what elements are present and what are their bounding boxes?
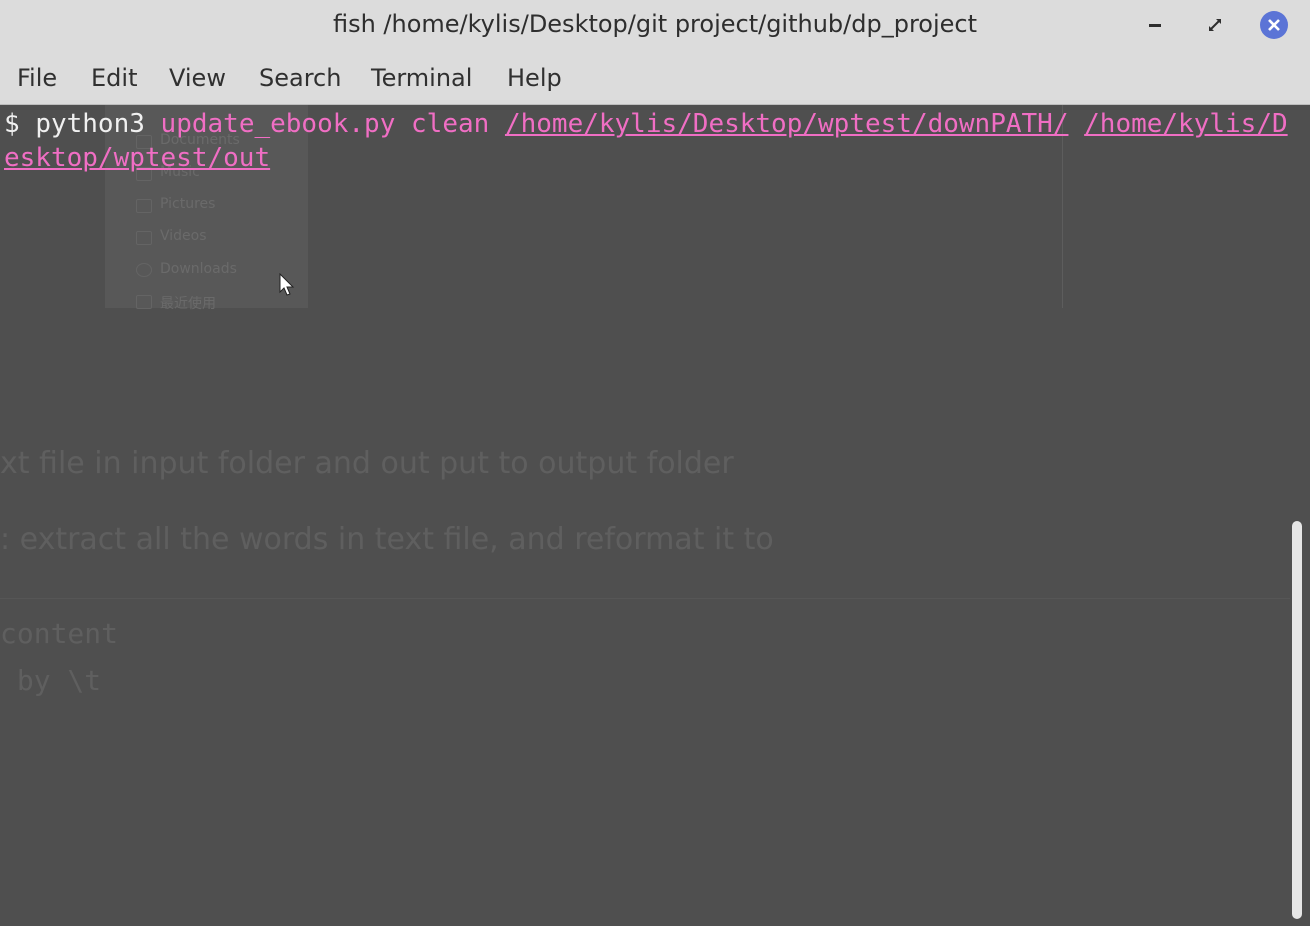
- background-sidebar-item: 最近使用: [160, 296, 216, 312]
- menu-help[interactable]: Help: [507, 62, 562, 94]
- background-sidebar-item: Downloads: [160, 261, 237, 277]
- pictures-icon: [136, 199, 152, 213]
- menu-view[interactable]: View: [169, 62, 226, 94]
- downloads-icon: [136, 263, 152, 277]
- menu-search[interactable]: Search: [259, 62, 341, 94]
- minimize-icon: [1149, 24, 1161, 27]
- background-code-line: by \t: [0, 664, 102, 697]
- close-button[interactable]: [1259, 10, 1289, 40]
- mode-argument: clean: [411, 109, 490, 139]
- close-icon: [1268, 19, 1280, 31]
- videos-icon: [136, 231, 152, 245]
- background-sidebar-item: Videos: [160, 228, 207, 244]
- menu-file[interactable]: File: [17, 62, 57, 94]
- input-path-link[interactable]: /home/kylis/Desktop/wptest/downPATH/: [505, 109, 1069, 139]
- terminal-area[interactable]: Documents Music Pictures Videos Download…: [0, 105, 1310, 926]
- background-text-line: : extract all the words in text file, an…: [0, 522, 774, 557]
- mouse-pointer-icon: [279, 273, 295, 296]
- background-text-line: xt file in input folder and out put to o…: [0, 446, 734, 481]
- command-line: $ python3 update_ebook.py clean /home/ky…: [4, 107, 1294, 175]
- maximize-icon: [1209, 19, 1221, 31]
- menu-terminal[interactable]: Terminal: [371, 62, 472, 94]
- background-code-line: content: [0, 617, 119, 650]
- script-argument: update_ebook.py: [160, 109, 396, 139]
- window-title: fish /home/kylis/Desktop/git project/git…: [332, 10, 978, 38]
- scrollbar-thumb[interactable]: [1292, 521, 1302, 919]
- menu-edit[interactable]: Edit: [91, 62, 137, 94]
- prompt: $: [4, 109, 36, 139]
- close-circle: [1260, 11, 1288, 39]
- maximize-button[interactable]: [1200, 10, 1230, 40]
- recent-icon: [136, 295, 152, 309]
- background-divider: [0, 598, 1290, 599]
- title-bar[interactable]: fish /home/kylis/Desktop/git project/git…: [0, 0, 1310, 53]
- menu-bar: File Edit View Search Terminal Help: [0, 52, 1310, 105]
- command: python3: [35, 109, 145, 139]
- background-sidebar-item: Pictures: [160, 196, 216, 212]
- minimize-button[interactable]: [1140, 10, 1170, 40]
